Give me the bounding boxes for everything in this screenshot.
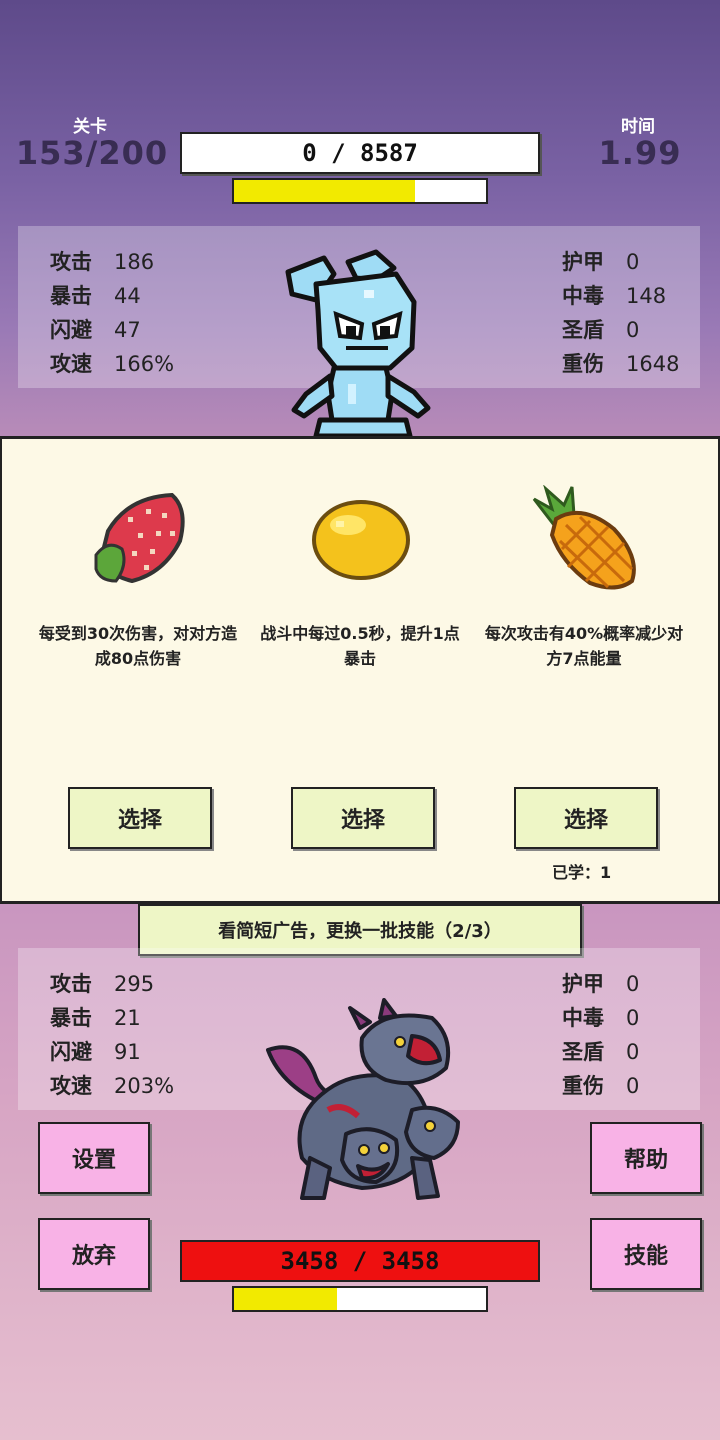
player-hp-text: 0 / 8587 [302,139,418,167]
skill-choice-panel: 每受到30次伤害，对对方造成80点伤害 战斗中每过0.5秒，提升1点暴击 每次攻… [0,436,720,904]
player-character [276,244,442,440]
player-hp-bar: 0 / 8587 [180,132,540,174]
player-stat-poison: 中毒 148 [562,284,667,308]
enemy-stat-crit: 暴击 21 [50,1006,141,1030]
enemy-stat-armor: 护甲 0 [562,972,640,996]
enemy-hp-bar: 3458 / 3458 [180,1240,540,1282]
player-stat-attack-speed: 攻速 166% [50,352,175,376]
enemy-energy-fill [234,1288,338,1310]
player-stat-wound: 重伤 1648 [562,352,680,376]
enemy-hp-text: 3458 / 3458 [280,1247,440,1275]
choose-skill-2-button[interactable]: 选择 [291,787,435,849]
level-value: 153/200 [15,134,169,172]
enemy-energy-bar [232,1286,488,1312]
enemy-stat-wound: 重伤 0 [562,1074,640,1098]
help-button[interactable]: 帮助 [590,1122,702,1194]
player-stat-shield: 圣盾 0 [562,318,640,342]
skill-3-learned-count: 已学：1 [552,863,612,882]
choose-skill-3-button[interactable]: 选择 [514,787,658,849]
skill-desc-2: 战斗中每过0.5秒，提升1点暴击 [260,624,460,668]
enemy-stat-attack-speed: 攻速 203% [50,1074,175,1098]
enemy-stat-shield: 圣盾 0 [562,1040,640,1064]
player-stat-crit: 暴击 44 [50,284,141,308]
skill-desc-1: 每受到30次伤害，对对方造成80点伤害 [38,624,238,668]
skills-button[interactable]: 技能 [590,1218,702,1290]
choose-skill-1-button[interactable]: 选择 [68,787,212,849]
strawberry-icon[interactable] [88,491,188,587]
player-stat-dodge: 闪避 47 [50,318,141,342]
player-energy-fill [234,180,416,202]
pineapple-icon[interactable] [528,485,640,593]
lemon-icon[interactable] [310,497,412,583]
enemy-character [262,998,462,1204]
player-stat-attack: 攻击 186 [50,250,155,274]
enemy-stat-poison: 中毒 0 [562,1006,640,1030]
settings-button[interactable]: 设置 [38,1122,150,1194]
player-stat-armor: 护甲 0 [562,250,640,274]
player-energy-bar [232,178,488,204]
skill-desc-3: 每次攻击有40%概率减少对方7点能量 [484,624,684,668]
give-up-button[interactable]: 放弃 [38,1218,150,1290]
enemy-stat-attack: 攻击 295 [50,972,155,996]
time-value: 1.99 [598,134,682,172]
enemy-stat-dodge: 闪避 91 [50,1040,141,1064]
